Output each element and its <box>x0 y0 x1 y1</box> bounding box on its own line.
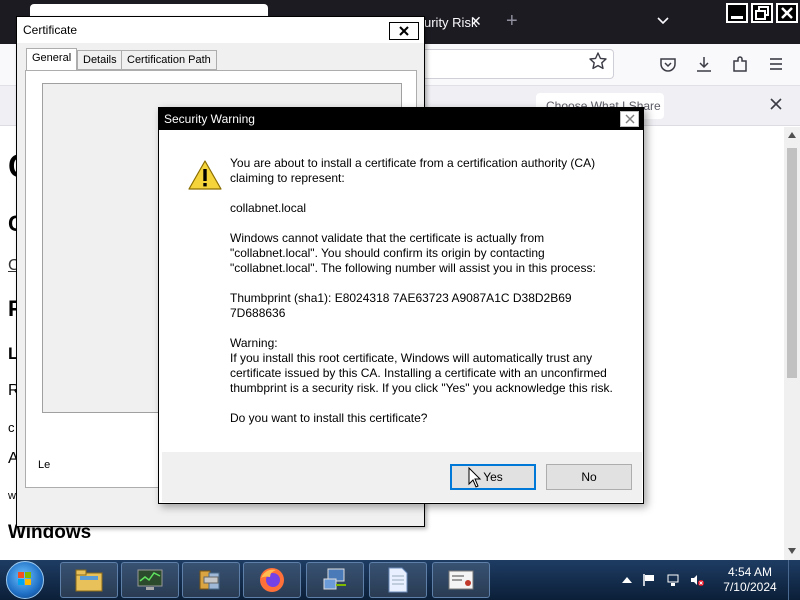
tab-general[interactable]: General <box>26 48 78 71</box>
pocket-icon[interactable] <box>658 54 678 74</box>
security-warning-footer: Yes No <box>162 452 642 502</box>
security-warning-message: You are about to install a certificate f… <box>230 156 620 441</box>
install-question: Do you want to install this certificate? <box>230 411 428 425</box>
taskbar-notepad[interactable] <box>369 562 427 598</box>
certificate-icon <box>448 570 474 590</box>
clock-date: 7/10/2024 <box>723 580 777 594</box>
yes-button[interactable]: Yes <box>450 464 536 490</box>
taskbar-explorer[interactable] <box>60 562 118 598</box>
volume-muted-icon[interactable] <box>690 573 704 587</box>
certificate-titlebar: Certificate <box>17 17 424 43</box>
bookmark-star-icon[interactable] <box>588 51 608 71</box>
close-icon <box>625 114 634 124</box>
certificate-close-button[interactable] <box>389 22 419 40</box>
network-icon[interactable] <box>666 573 680 587</box>
network-computer-icon <box>323 568 346 590</box>
taskbar-clock[interactable]: 4:54 AM 7/10/2024 <box>714 565 786 595</box>
security-warning-body: You are about to install a certificate f… <box>162 131 642 452</box>
start-button[interactable] <box>6 561 44 599</box>
firefox-icon <box>260 568 284 592</box>
new-tab-button[interactable]: + <box>506 10 518 33</box>
warning-icon <box>188 160 222 190</box>
minimize-button[interactable] <box>726 3 748 23</box>
taskbar-network-app[interactable] <box>306 562 364 598</box>
clock-time: 4:54 AM <box>727 565 773 579</box>
no-button[interactable]: No <box>546 464 632 490</box>
close-window-button[interactable] <box>776 3 798 23</box>
security-warning-titlebar: Security Warning <box>159 108 643 130</box>
warning-intro: You are about to install a certificate f… <box>230 156 596 185</box>
monitor-icon <box>137 569 163 590</box>
warning-paragraph: Warning: If you install this root certif… <box>230 336 613 395</box>
scroll-up-icon[interactable] <box>787 130 797 140</box>
mouse-cursor-icon <box>468 467 482 488</box>
taskbar-certificate[interactable] <box>432 562 490 598</box>
windows-logo-icon <box>18 572 31 585</box>
menu-icon[interactable] <box>766 54 786 74</box>
download-icon[interactable] <box>694 54 714 74</box>
security-warning-dialog: Security Warning You are about to instal… <box>158 107 644 504</box>
show-desktop-button[interactable] <box>788 560 800 600</box>
close-icon[interactable] <box>768 96 784 112</box>
certificate-title: Certificate <box>23 23 78 37</box>
taskbar <box>0 560 800 600</box>
archive-icon <box>199 570 220 590</box>
page-text-fragment: w <box>8 490 16 502</box>
learn-more-link[interactable]: Le <box>38 459 50 471</box>
page-text-fragment: c <box>8 420 15 435</box>
chevron-down-icon[interactable] <box>656 12 670 28</box>
thumbprint-text: Thumbprint (sha1): E8024318 7AE63723 A90… <box>230 291 572 320</box>
url-bar[interactable] <box>424 49 614 79</box>
ca-name: collabnet.local <box>230 201 307 215</box>
taskbar-archive[interactable] <box>182 562 240 598</box>
security-warning-close-button[interactable] <box>620 111 639 127</box>
close-icon <box>399 26 409 36</box>
security-warning-title: Security Warning <box>164 112 255 126</box>
scroll-down-icon[interactable] <box>787 546 797 556</box>
document-icon <box>388 567 408 593</box>
scroll-thumb[interactable] <box>787 148 797 378</box>
folder-icon <box>75 569 103 592</box>
taskbar-task-manager[interactable] <box>121 562 179 598</box>
flag-icon[interactable] <box>642 573 656 587</box>
extensions-icon[interactable] <box>730 54 750 74</box>
tab-close-icon[interactable]: ✕ <box>470 13 482 30</box>
show-hidden-icons-icon[interactable] <box>620 573 634 587</box>
tab-certification-path[interactable]: Certification Path <box>121 50 217 70</box>
restore-button[interactable] <box>751 3 773 23</box>
tab-details[interactable]: Details <box>77 50 123 70</box>
taskbar-firefox[interactable] <box>243 562 301 598</box>
validation-note: Windows cannot validate that the certifi… <box>230 231 596 275</box>
